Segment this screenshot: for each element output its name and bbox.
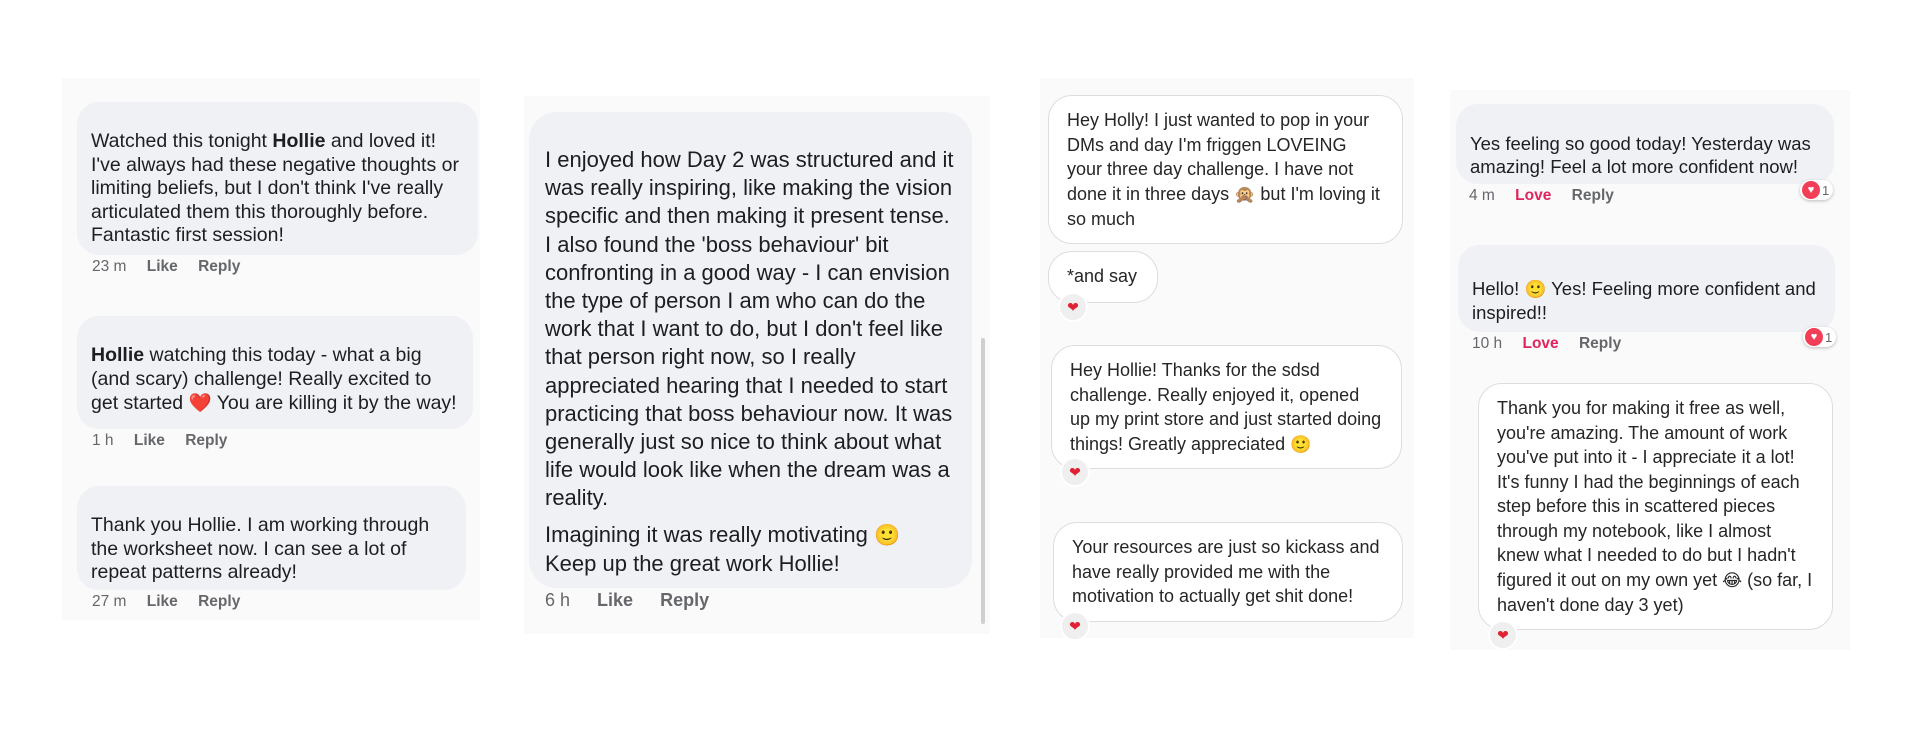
comment-text: Watched this tonight — [91, 130, 273, 152]
comment-text: Thank you Hollie. I am working through t… — [91, 514, 430, 583]
monkey-emoji: 🙊 — [1234, 184, 1256, 204]
reaction-count: 1 — [1822, 182, 1830, 198]
heart-reaction-icon[interactable]: ❤ — [1060, 611, 1090, 641]
reaction-count-badge[interactable]: ♥ 1 — [1800, 180, 1834, 200]
heart-reaction-icon[interactable]: ❤ — [1488, 620, 1518, 650]
comment-meta: 6 h Like Reply — [545, 590, 725, 611]
comment-text-line: Imagining it was really motivating 🙂 — [545, 521, 956, 550]
smile-emoji: 🙂 — [1290, 434, 1312, 454]
comment-meta: 27 m Like Reply — [92, 593, 256, 611]
comment-meta: 4 m Love Reply — [1469, 187, 1630, 205]
message-text: Thank you for making it free as well, yo… — [1497, 398, 1800, 590]
comment-text: Hello! — [1472, 278, 1520, 299]
comment-bubble: Hello! 🙂 Yes! Feeling more confident and… — [1458, 245, 1835, 332]
comment-bubble-large: I enjoyed how Day 2 was structured and i… — [529, 112, 972, 588]
heart-reaction-icon[interactable]: ❤ — [1060, 457, 1090, 487]
dm-message: Your resources are just so kickass and h… — [1053, 522, 1403, 622]
comment-time: 1 h — [92, 432, 114, 449]
like-button[interactable]: Like — [147, 258, 178, 275]
comment-time: 23 m — [92, 258, 127, 275]
comment-time: 10 h — [1472, 335, 1503, 352]
heart-icon: ♥ — [1805, 328, 1823, 346]
heart-reaction-icon[interactable]: ❤ — [1058, 292, 1088, 322]
reply-button[interactable]: Reply — [1572, 187, 1614, 204]
comment-time: 6 h — [545, 590, 571, 610]
like-button[interactable]: Like — [147, 593, 178, 610]
love-button[interactable]: Love — [1515, 187, 1551, 204]
comment-text: I enjoyed how Day 2 was structured and i… — [545, 147, 954, 511]
reaction-count-badge[interactable]: ♥ 1 — [1803, 327, 1837, 347]
like-button[interactable]: Like — [597, 590, 633, 610]
reply-button[interactable]: Reply — [198, 258, 240, 275]
reply-button[interactable]: Reply — [185, 432, 227, 449]
comment-bubble: Yes feeling so good today! Yesterday was… — [1456, 104, 1834, 184]
like-button[interactable]: Like — [134, 432, 165, 449]
comment-bubble: Watched this tonight Hollie and loved it… — [77, 102, 478, 255]
scrollbar-thumb[interactable] — [981, 338, 985, 624]
comment-meta: 1 h Like Reply — [92, 432, 243, 450]
comment-meta: 10 h Love Reply — [1472, 335, 1637, 353]
comment-time: 4 m — [1469, 187, 1495, 204]
heart-emoji: ❤️ — [188, 392, 212, 413]
comment-text: You are killing it by the way! — [211, 392, 457, 414]
dm-message: Hey Hollie! Thanks for the sdsd challeng… — [1051, 345, 1402, 469]
reply-button[interactable]: Reply — [1579, 335, 1621, 352]
comment-meta: 23 m Like Reply — [92, 258, 256, 276]
comment-text: Keep up the great work Hollie! — [545, 550, 840, 576]
comment-mention[interactable]: Hollie — [91, 344, 144, 366]
comment-text: Yes feeling so good today! Yesterday was… — [1470, 133, 1811, 177]
laughing-emoji: 😂 — [1722, 570, 1743, 590]
dm-message: Thank you for making it free as well, yo… — [1478, 383, 1833, 630]
comment-bubble: Hollie watching this today - what a big … — [77, 316, 473, 429]
dm-message: Hey Holly! I just wanted to pop in your … — [1048, 95, 1403, 244]
comment-time: 27 m — [92, 593, 127, 610]
reaction-count: 1 — [1825, 329, 1833, 345]
love-button[interactable]: Love — [1522, 335, 1558, 352]
message-text: *and say — [1067, 266, 1138, 286]
comment-text: Imagining it was really motivating — [545, 521, 868, 547]
comment-mention[interactable]: Hollie — [272, 130, 325, 152]
comment-bubble: Thank you Hollie. I am working through t… — [77, 486, 466, 590]
heart-icon: ♥ — [1802, 181, 1820, 199]
reply-button[interactable]: Reply — [660, 590, 709, 610]
smile-emoji: 🙂 — [873, 523, 900, 547]
message-text: Your resources are just so kickass and h… — [1072, 537, 1380, 606]
smile-emoji: 🙂 — [1524, 279, 1547, 299]
message-text: Hey Hollie! Thanks for the sdsd challeng… — [1070, 360, 1382, 454]
reply-button[interactable]: Reply — [198, 593, 240, 610]
